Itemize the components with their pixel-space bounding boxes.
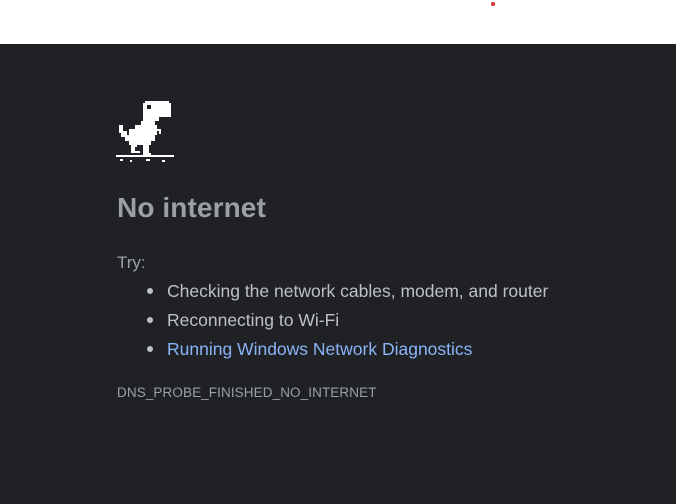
suggestions-list: Checking the network cables, modem, and … — [117, 279, 548, 366]
network-diagnostics-link[interactable]: Running Windows Network Diagnostics — [167, 339, 472, 359]
page-title: No internet — [117, 192, 266, 223]
red-dot — [491, 2, 495, 6]
error-code: DNS_PROBE_FINISHED_NO_INTERNET — [117, 385, 377, 400]
suggestion-network-diagnostics: Running Windows Network Diagnostics — [117, 337, 548, 366]
top-strip — [0, 0, 676, 44]
offline-dinosaur-icon — [116, 101, 174, 162]
suggestion-check-cables: Checking the network cables, modem, and … — [117, 279, 548, 308]
suggestion-reconnect-wifi: Reconnecting to Wi-Fi — [117, 308, 548, 337]
try-label: Try: — [117, 253, 146, 272]
error-page: No internet Try: Checking the network ca… — [0, 44, 676, 504]
